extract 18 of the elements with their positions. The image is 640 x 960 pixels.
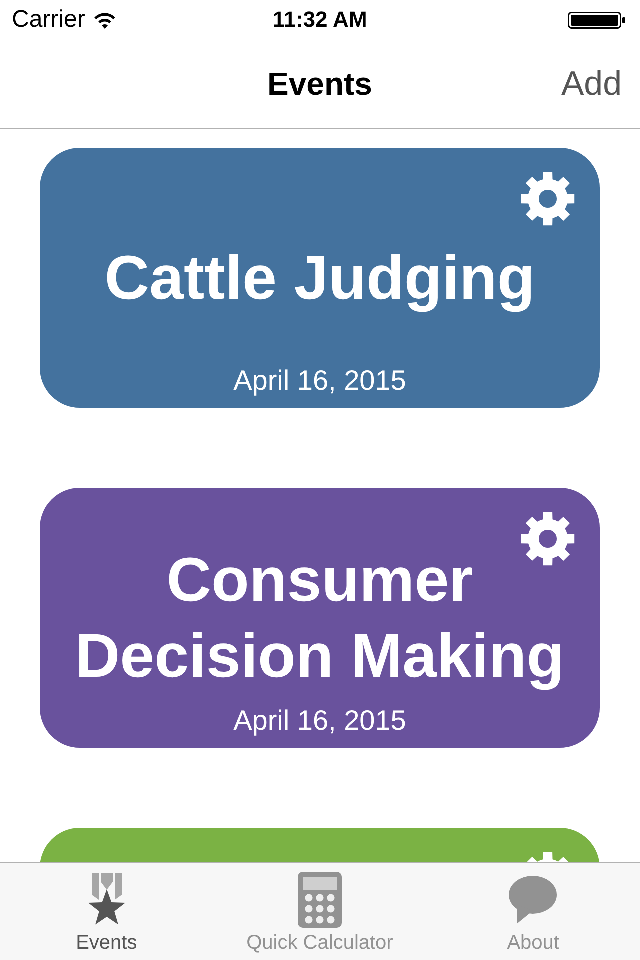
wifi-icon (93, 11, 118, 29)
event-card[interactable]: Cattle Judging April 16, 2015 (40, 148, 600, 408)
status-time: 11:32 AM (272, 6, 368, 34)
carrier-label: Carrier (12, 6, 86, 34)
event-title: Consumer Decision Making (74, 544, 566, 692)
settings-gear-icon[interactable] (521, 512, 575, 566)
event-date: April 16, 2015 (234, 365, 406, 397)
medal-star-icon (86, 873, 127, 927)
settings-gear-icon[interactable] (521, 172, 575, 226)
add-button[interactable]: Add (562, 64, 622, 104)
event-title: Cattle Judging (104, 242, 536, 314)
calculator-icon (298, 872, 342, 928)
event-card[interactable]: Consumer Decision Making April 16, 2015 (40, 488, 600, 748)
event-date: April 16, 2015 (234, 705, 406, 737)
battery-icon (568, 12, 626, 28)
speech-bubble-icon (509, 876, 558, 924)
nav-title: Events (268, 65, 372, 103)
tab-bar-item[interactable]: Events (0, 863, 214, 960)
